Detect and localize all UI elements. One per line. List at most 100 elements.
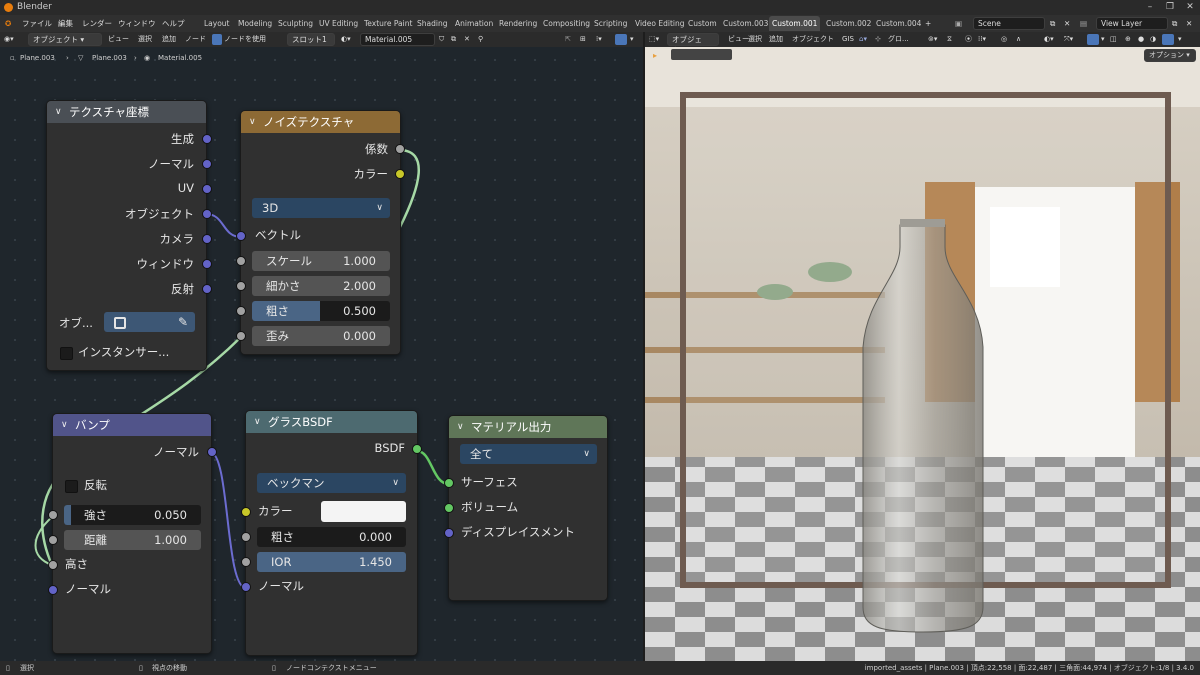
maximize-button[interactable]: ❐	[1160, 0, 1180, 15]
view-layer-field[interactable]: View Layer	[1096, 17, 1168, 30]
editor-type-icon[interactable]: ◉▾	[4, 32, 14, 47]
node-bump[interactable]: ∨ バンプ ノーマル 反転 強さ 0.050 距離 1.000 高さ ノーマル	[48, 413, 217, 654]
transform-orientation-icon[interactable]: ⊹	[875, 32, 881, 47]
tab-custom-001[interactable]: Custom.001	[769, 16, 821, 31]
scene-close-icon[interactable]: ✕	[1064, 15, 1070, 32]
node-glass-header[interactable]: ∨ グラスBSDF	[246, 411, 417, 433]
socket-color[interactable]	[395, 169, 405, 179]
proportional-edit-icon[interactable]: ◎	[1001, 32, 1007, 47]
collapse-chevron-icon[interactable]: ∨	[254, 411, 261, 433]
tab-texture-paint[interactable]: Texture Paint	[361, 16, 415, 31]
socket-distance[interactable]	[48, 535, 58, 545]
socket-glass-normal[interactable]	[241, 582, 251, 592]
snap-type-icon[interactable]: ⁞▾	[596, 32, 602, 47]
menu-render[interactable]: レンダー	[82, 15, 112, 32]
socket-normal-out[interactable]	[207, 447, 217, 457]
material-shield-icon[interactable]: ⛉	[439, 32, 444, 47]
material-close-icon[interactable]: ✕	[464, 32, 470, 47]
ior-field[interactable]: IOR 1.450	[257, 552, 406, 572]
minimize-button[interactable]: –	[1140, 0, 1160, 15]
tab-compositing[interactable]: Compositing	[540, 16, 593, 31]
visibility-icon[interactable]: ◐▾	[1044, 32, 1054, 47]
viewport-menu-object[interactable]: オブジェクト	[792, 32, 834, 47]
target-select[interactable]: 全て ∨	[460, 444, 597, 464]
socket-height[interactable]	[48, 560, 58, 570]
collapse-chevron-icon[interactable]: ∨	[249, 111, 256, 133]
socket-surface[interactable]	[444, 478, 454, 488]
eyedropper-icon[interactable]: ✎	[178, 312, 188, 332]
collapse-chevron-icon[interactable]: ∨	[457, 416, 464, 438]
tab-animation[interactable]: Animation	[452, 16, 496, 31]
orientation-label[interactable]: グロ...	[888, 32, 909, 47]
socket-vector[interactable]	[236, 231, 246, 241]
roughness-field[interactable]: 粗さ 0.500	[252, 301, 390, 321]
overlay-icon[interactable]	[1087, 34, 1099, 45]
socket-window[interactable]	[202, 259, 212, 269]
socket-object[interactable]	[202, 209, 212, 219]
menu-window[interactable]: ウィンドウ	[118, 15, 156, 32]
scene-field[interactable]: Scene	[973, 17, 1045, 30]
socket-normal-in[interactable]	[48, 585, 58, 595]
viewport-menu-add[interactable]: 追加	[769, 32, 783, 47]
scale-field[interactable]: スケール 1.000	[252, 251, 390, 271]
gis-icon[interactable]: ⌂▾	[859, 32, 867, 47]
dimension-select[interactable]: 3D ∨	[252, 198, 390, 218]
tab-custom-004[interactable]: Custom.004	[873, 16, 924, 31]
node-noise-header[interactable]: ∨ ノイズテクスチャ	[241, 111, 400, 133]
selection-mode-buttons[interactable]	[671, 49, 732, 60]
falloff-icon[interactable]: ∧	[1016, 32, 1021, 47]
socket-ior[interactable]	[241, 557, 251, 567]
socket-displacement[interactable]	[444, 528, 454, 538]
snap-increment-icon[interactable]: ⁞⁞▾	[978, 32, 986, 47]
overlay-toggle-icon[interactable]	[615, 34, 627, 45]
node-noise-texture[interactable]: ∨ ノイズテクスチャ 係数 カラー 3D ∨ ベクトル スケール 1.000 細…	[236, 110, 405, 355]
scene-copy-icon[interactable]: ⧉	[1050, 15, 1055, 32]
socket-camera[interactable]	[202, 234, 212, 244]
shading-wireframe-icon[interactable]: ⊕	[1125, 32, 1131, 47]
socket-roughness-in[interactable]	[241, 532, 251, 542]
node-output-header[interactable]: ∨ マテリアル出力	[449, 416, 607, 438]
viewport-mode-select[interactable]: オブジェク...	[667, 33, 719, 55]
snap-toggle-icon[interactable]: ⧖	[947, 32, 952, 47]
menu-select[interactable]: 選択	[138, 32, 152, 47]
tab-custom-003[interactable]: Custom.003	[720, 16, 771, 31]
object-picker-field[interactable]: ✎	[104, 312, 195, 332]
pivot-icon[interactable]: ⊚▾	[928, 32, 937, 47]
pin-icon[interactable]: ⚲	[478, 32, 483, 47]
invert-checkbox[interactable]	[65, 480, 78, 493]
tab-scripting[interactable]: Scripting	[591, 16, 630, 31]
snap-icon[interactable]: ⊞	[580, 32, 586, 47]
shading-solid-icon[interactable]: ●	[1138, 32, 1144, 47]
tab-sculpting[interactable]: Sculpting	[275, 16, 316, 31]
distance-field[interactable]: 距離 1.000	[64, 530, 201, 550]
blender-menu-icon[interactable]: ✪	[5, 15, 11, 32]
material-copy-icon[interactable]: ⧉	[451, 32, 456, 47]
socket-normal[interactable]	[202, 159, 212, 169]
node-material-output[interactable]: ∨ マテリアル出力 全て ∨ サーフェス ボリューム ディスプレイスメント	[444, 415, 608, 601]
use-nodes-checkbox[interactable]	[212, 34, 222, 45]
add-workspace-icon[interactable]: +	[925, 15, 931, 32]
socket-reflection[interactable]	[202, 284, 212, 294]
socket-scale[interactable]	[236, 256, 246, 266]
tab-layout[interactable]: Layout	[201, 16, 233, 31]
viewport-menu-gis[interactable]: GIS	[842, 32, 854, 47]
overlay-dropdown-icon[interactable]: ▾	[630, 32, 634, 47]
node-texture-coordinate[interactable]: ∨ テクスチャ座標 生成 ノーマル UV オブジェクト カメラ ウィンドウ 反射…	[46, 100, 212, 371]
glass-roughness-field[interactable]: 粗さ 0.000	[257, 527, 406, 547]
socket-volume[interactable]	[444, 503, 454, 513]
socket-generated[interactable]	[202, 134, 212, 144]
viewport-toolbar-toggle-icon[interactable]: ▸	[653, 51, 657, 60]
close-button[interactable]: ✕	[1180, 0, 1200, 15]
socket-roughness[interactable]	[236, 306, 246, 316]
node-glass-bsdf[interactable]: ∨ グラスBSDF BSDF ベックマン ∨ カラー 粗さ 0.000 IOR …	[241, 410, 422, 656]
distribution-select[interactable]: ベックマン ∨	[257, 473, 406, 493]
color-swatch[interactable]	[321, 501, 406, 522]
socket-bsdf[interactable]	[412, 444, 422, 454]
material-field[interactable]: Material.005	[360, 33, 435, 46]
shading-material-icon[interactable]: ◑	[1150, 32, 1156, 47]
tab-rendering[interactable]: Rendering	[496, 16, 540, 31]
viewport-menu-view[interactable]: ビュー	[728, 32, 749, 47]
node-editor[interactable]: ▫ Plane.003 › ▽ Plane.003 › ◉ Material.0…	[0, 47, 643, 661]
strength-field[interactable]: 強さ 0.050	[64, 505, 201, 525]
shading-rendered-icon[interactable]	[1162, 34, 1174, 45]
